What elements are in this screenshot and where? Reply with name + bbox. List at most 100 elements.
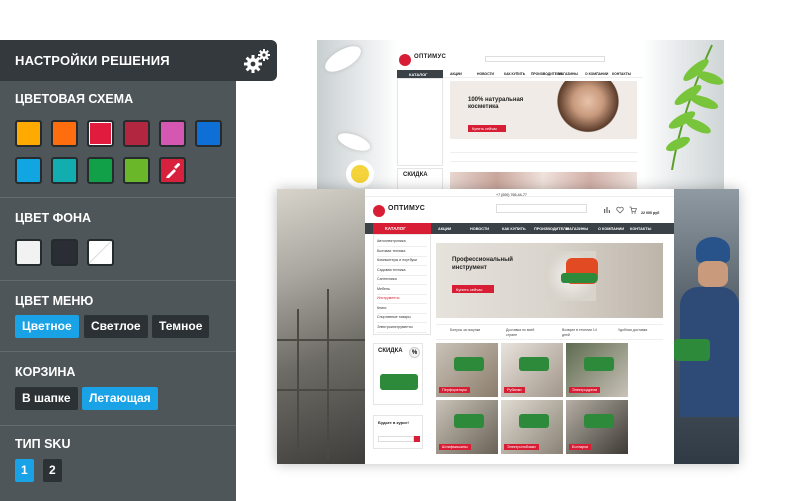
cart-sum: 22 000 руб [641, 211, 660, 215]
color-swatch[interactable] [123, 157, 150, 184]
category-tile-label: Болгарки [569, 444, 592, 450]
feature-item: Возврат в течении 14 дней [562, 328, 597, 337]
side-list-item: Инструменты [377, 296, 400, 300]
side-list-item: Садовая техника [377, 267, 406, 272]
site-menu-item: МАГАЗИНЫ [566, 226, 589, 231]
preview-cosmetics-screenshot: ОПТИМУС КАТАЛОГ АКЦИИ НОВОСТИ КАК КУПИТЬ ПР… [317, 40, 724, 190]
site-catalog-button: КАТАЛОГ [397, 70, 443, 78]
scaffold-beam [277, 389, 365, 391]
features-strip: Бонусы за покупки Доставка по всей стране… [436, 324, 663, 340]
divider [0, 280, 236, 281]
site-side-list [397, 78, 443, 166]
site-catalog-button: КАТАЛОГ [373, 223, 431, 234]
tool-image [454, 357, 484, 371]
sale-block: СКИДКА % [373, 343, 423, 405]
menu-color-light-button[interactable]: Светлое [84, 315, 148, 338]
site-logo: ОПТИМУС [388, 205, 426, 212]
background-title: ЦВЕТ ФОНА [15, 211, 92, 225]
scaffold-beam [277, 339, 365, 341]
side-list-item: Спортивные товары [377, 315, 411, 319]
flower-decoration [351, 165, 369, 183]
worker-helmet [696, 237, 730, 263]
site-menu-item: КАК КУПИТЬ [504, 71, 526, 76]
subscribe-title: Будьте в курсе! [378, 420, 409, 425]
cart-flying-button[interactable]: Летающая [82, 387, 158, 410]
side-list-item: Книги [377, 305, 387, 310]
panel-header: НАСТРОЙКИ РЕШЕНИЯ [0, 40, 277, 81]
color-swatch[interactable] [123, 120, 150, 147]
worker-face [698, 261, 728, 287]
petal-decoration [321, 41, 365, 77]
subscribe-button [414, 436, 420, 442]
gears-icon[interactable] [243, 48, 271, 74]
side-list-divider [377, 331, 427, 333]
feature-item: Бонусы за покупки [450, 328, 481, 332]
banner-button: Купить сейчас [452, 285, 494, 293]
logo-icon [373, 205, 385, 217]
sku-type-2-button[interactable]: 2 [43, 459, 62, 482]
banner-tools: Профессиональный инструмент Купить сейча… [436, 243, 663, 318]
site-menu-item: МАГАЗИНЫ [558, 71, 578, 76]
background-swatch[interactable] [51, 239, 78, 266]
banner-button: Купить сейчас [468, 125, 506, 132]
site-phone: +7 (000) 765-44-77 [496, 193, 527, 197]
sku-type-1-button[interactable]: 1 [15, 459, 34, 482]
color-picker-button[interactable] [159, 157, 186, 184]
compare-icon [604, 207, 610, 213]
divider [0, 197, 236, 198]
tool-image [519, 357, 549, 371]
product-tiles-strip [450, 172, 637, 190]
side-list-divider [377, 274, 427, 276]
category-tile: Болгарки [566, 400, 628, 454]
scaffold-pole [327, 289, 329, 459]
tool-image [519, 414, 549, 428]
side-list-divider [377, 312, 427, 314]
subscribe-input [378, 436, 414, 442]
color-swatch[interactable] [159, 120, 186, 147]
side-list-item: Бытовая техника [377, 248, 406, 253]
side-list-item: Электроинструменты [377, 324, 413, 329]
feature-item: Удобная доставка [618, 328, 648, 332]
color-swatch[interactable] [15, 120, 42, 147]
menu-color-dark-button[interactable]: Темное [152, 315, 210, 338]
model-photo [555, 81, 621, 139]
side-list-item: Компьютеры и ноутбуки [377, 258, 417, 262]
color-swatch[interactable] [15, 157, 42, 184]
color-swatch[interactable] [87, 157, 114, 184]
site-menu-item: АКЦИИ [450, 71, 462, 76]
category-tile-label: Шлифмашины [439, 444, 471, 450]
site-menu-item: КОНТАКТЫ [630, 226, 652, 231]
divider [0, 351, 236, 352]
banner-title: 100% натуральная косметика [468, 97, 524, 110]
background-swatch[interactable] [15, 239, 42, 266]
side-list-divider [377, 284, 427, 285]
background-swatch[interactable] [87, 239, 114, 266]
eyedropper-icon [166, 163, 180, 178]
site-side-list: Автоэлектроника Бытовая техника Компьютеры… [373, 234, 431, 335]
subscribe-block: Будьте в курсе! [373, 415, 423, 449]
category-tile: Шлифмашины [436, 400, 498, 454]
category-tile: Перфораторы [436, 343, 498, 397]
divider [0, 425, 236, 426]
cart-header-button[interactable]: В шапке [15, 387, 78, 410]
percent-badge: % [409, 347, 420, 358]
tool-image [584, 357, 614, 371]
sale-title: СКИДКА [403, 172, 428, 178]
cart-title: КОРЗИНА [15, 365, 76, 379]
side-list-divider [377, 255, 427, 257]
settings-panel: НАСТРОЙКИ РЕШЕНИЯ ЦВЕТОВАЯ СХЕМА ЦВЕТ ФО… [0, 40, 277, 501]
color-swatch[interactable] [51, 157, 78, 184]
site-menu-item: АКЦИИ [438, 226, 452, 231]
color-swatch[interactable] [87, 120, 114, 147]
side-list-divider [377, 265, 427, 266]
color-swatch[interactable] [195, 120, 222, 147]
side-list-divider [377, 246, 427, 247]
site-menu-item: ПРОИЗВОДИТЕЛИ [534, 226, 569, 231]
site-search-input [496, 204, 587, 213]
color-swatch[interactable] [51, 120, 78, 147]
menu-color-colored-button[interactable]: Цветное [15, 315, 79, 338]
category-tile-label: Электролобзики [504, 444, 539, 450]
side-list-divider [377, 293, 427, 295]
scaffold-pole [297, 309, 299, 449]
side-list-item: Автоэлектроника [377, 239, 406, 243]
